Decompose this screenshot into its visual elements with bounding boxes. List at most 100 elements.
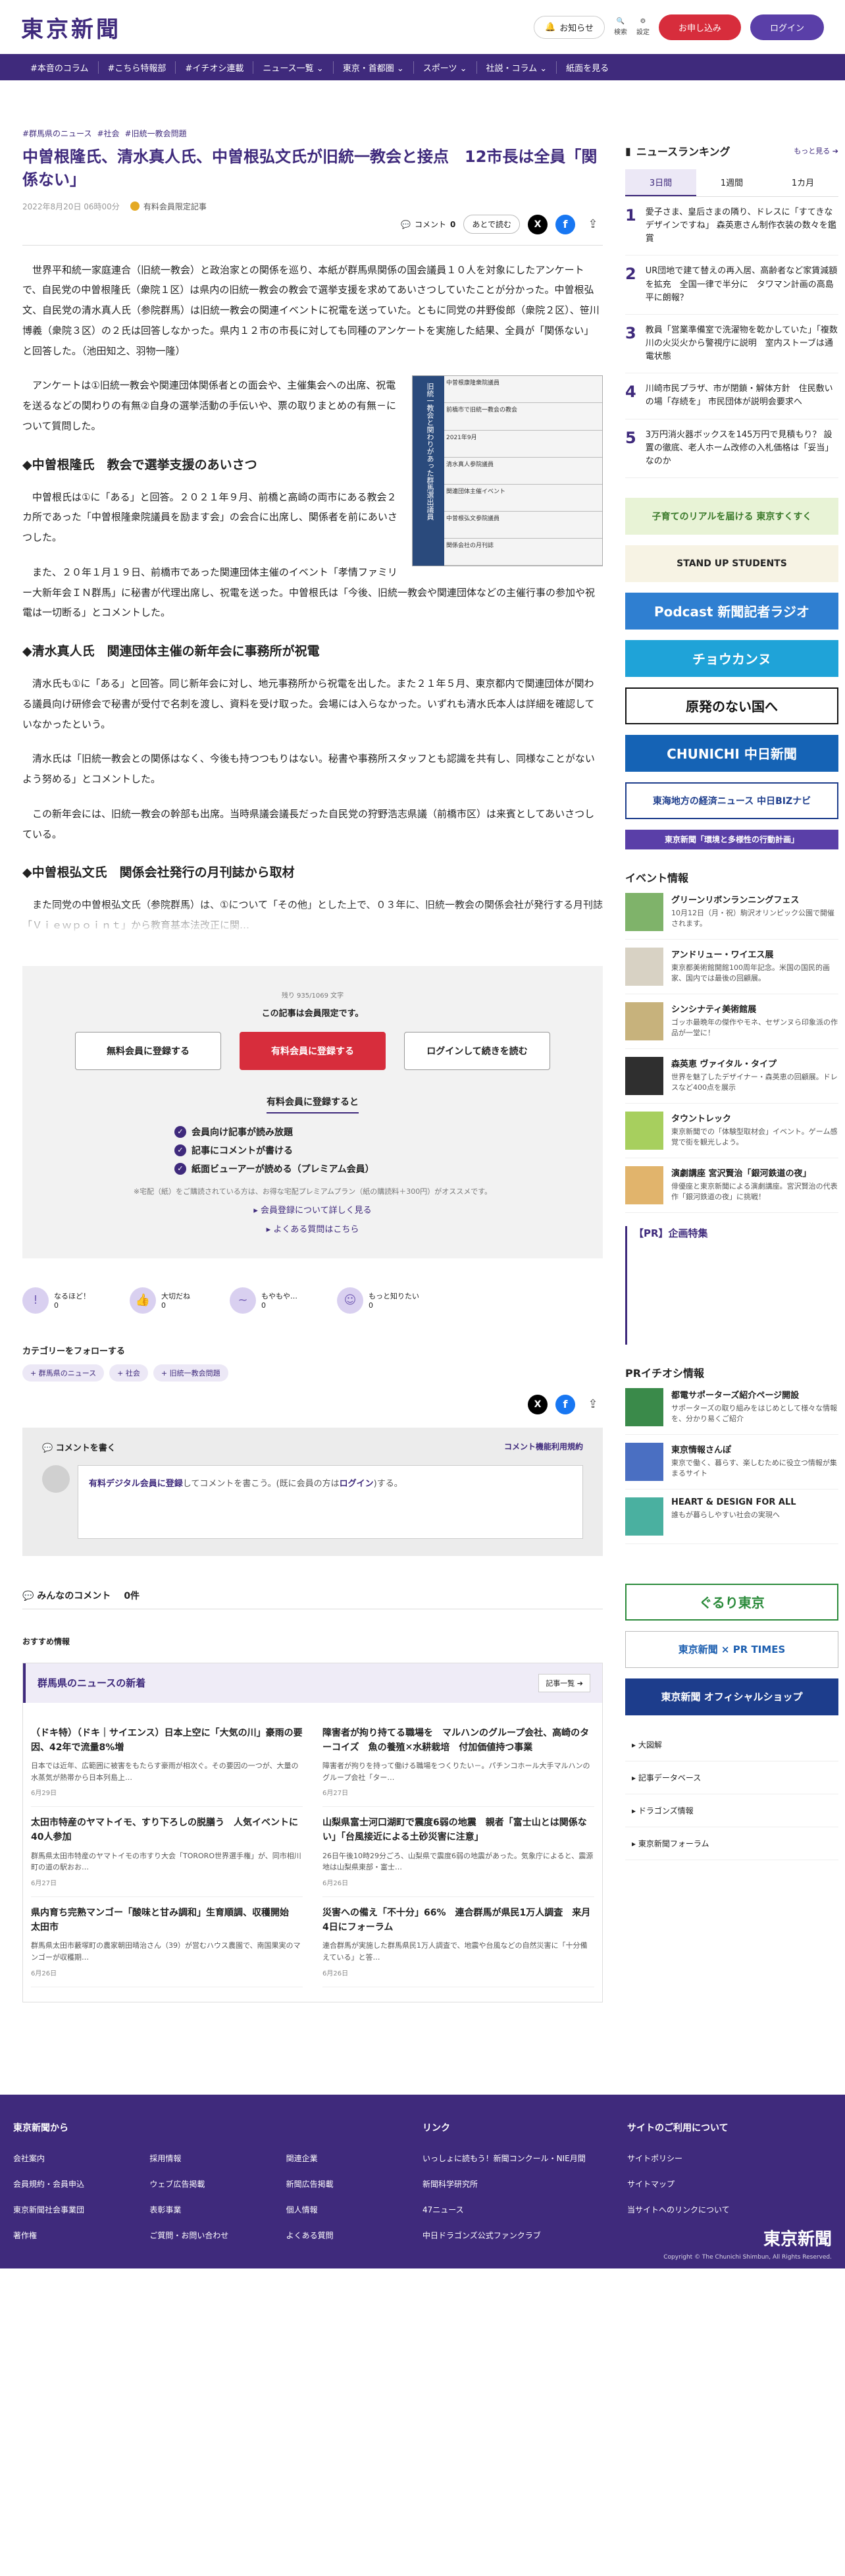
follow-category-button[interactable]: + 群馬県のニュース bbox=[22, 1364, 105, 1382]
footer-link[interactable]: 個人情報 bbox=[286, 2204, 423, 2215]
x-share-icon[interactable]: X bbox=[528, 214, 548, 234]
banner-env[interactable]: 東京新聞「環境と多様性の行動計画」 bbox=[625, 829, 838, 849]
ranking-item[interactable]: 2 UR団地で建て替えの再入居、高齢者など家賃減額を拡充 全国一律で半分に タワマ… bbox=[625, 255, 838, 315]
event-item[interactable]: 演劇講座 宮沢賢治「銀河鉄道の夜」 俳優座と東京新聞による演劇講座。宮沢賢治の代表… bbox=[625, 1158, 838, 1213]
nav-item[interactable]: #本音のコラム bbox=[21, 61, 99, 74]
free-register-button[interactable]: 無料会員に登録する bbox=[75, 1031, 221, 1070]
x-share-icon[interactable]: X bbox=[528, 1394, 548, 1414]
pr-item[interactable]: 都電サポーターズ紹介ページ開設 サポーターズの取り組みをはじめとして様々な情報を、… bbox=[625, 1380, 838, 1435]
footer-link[interactable]: 表彰事業 bbox=[149, 2204, 286, 2215]
facebook-share-icon[interactable]: f bbox=[555, 1394, 575, 1414]
site-logo[interactable]: 東京新聞 bbox=[21, 11, 121, 43]
nav-item[interactable]: スポーツ ⌄ bbox=[414, 61, 477, 74]
comment-login-link[interactable]: ログイン bbox=[340, 1479, 374, 1489]
event-item[interactable]: グリーンリボンランニングフェス 10月12日（月・祝）駒沢オリンピック公園で開催さ… bbox=[625, 885, 838, 940]
footer-link[interactable]: 東京新聞社会事業団 bbox=[13, 2204, 149, 2215]
nav-item[interactable]: #こちら特報部 bbox=[99, 61, 176, 74]
footer-link[interactable]: 47ニュース bbox=[423, 2204, 627, 2215]
ranking-item[interactable]: 3 教員「営業準備室で洗濯物を乾かしていた」「複数川の火災火から警視庁に説明 室内… bbox=[625, 315, 838, 374]
footer-link[interactable]: 当サイトへのリンクについて bbox=[627, 2204, 832, 2215]
footer-link[interactable]: 中日ドラゴンズ公式ファンクラブ bbox=[423, 2230, 627, 2241]
footer-link[interactable]: 採用情報 bbox=[149, 2153, 286, 2164]
ranking-item[interactable]: 5 3万円消火器ボックスを145万円で見積もり？ 設置の徹底、老人ホーム改修の入札… bbox=[625, 419, 838, 478]
event-item[interactable]: 森英恵 ヴァイタル・タイプ 世界を魅了したデザイナー・森英恵の回顧展。ドレスなど4… bbox=[625, 1049, 838, 1104]
banner-genpatsu[interactable]: 原発のない国へ bbox=[625, 687, 838, 724]
membership-info-link[interactable]: ▸ 会員登録について詳しく見る bbox=[49, 1203, 576, 1216]
tab-1month[interactable]: 1カ月 bbox=[767, 169, 838, 196]
tag-link[interactable]: #社会 bbox=[97, 128, 119, 139]
banner-gururi[interactable]: ぐるり東京 bbox=[625, 1583, 838, 1621]
share-icon[interactable]: ⇪ bbox=[583, 215, 603, 234]
side-link[interactable]: ▸ ドラゴンズ情報 bbox=[625, 1794, 838, 1827]
banner-podcast[interactable]: Podcast 新聞記者ラジオ bbox=[625, 592, 838, 630]
footer-link[interactable]: 新聞科学研究所 bbox=[423, 2178, 627, 2189]
login-button[interactable]: ログイン bbox=[750, 14, 824, 40]
tag-link[interactable]: #旧統一教会問題 bbox=[125, 128, 187, 139]
pr-item[interactable]: 東京情報さんぽ 東京で働く、暮らす、楽しむために役立つ情報が集まるサイト bbox=[625, 1435, 838, 1489]
facebook-share-icon[interactable]: f bbox=[555, 214, 575, 234]
tab-3days[interactable]: 3日間 bbox=[625, 169, 696, 196]
banner-prtimes[interactable]: 東京新聞 × PR TIMES bbox=[625, 1630, 838, 1668]
banner-biz[interactable]: 東海地方の経済ニュース 中日BIZナビ bbox=[625, 782, 838, 819]
footer-link[interactable]: サイトマップ bbox=[627, 2178, 832, 2189]
comment-count[interactable]: 💬 コメント 0 bbox=[401, 219, 455, 230]
reaction-naruhodo[interactable]: ! なるほど！ 0 bbox=[22, 1287, 90, 1314]
news-item[interactable]: 山梨県富士河口湖町で震度6弱の地震 親者「富士山とは関係ない」「台風接近による土… bbox=[322, 1807, 594, 1897]
tab-1week[interactable]: 1週間 bbox=[696, 169, 767, 196]
nav-item[interactable]: ニュース一覧 ⌄ bbox=[253, 61, 334, 74]
footer-link[interactable]: 会員規約・会員申込 bbox=[13, 2178, 149, 2189]
ranking-more-link[interactable]: もっと見る ➔ bbox=[794, 146, 838, 156]
comment-textarea[interactable]: 有料デジタル会員に登録してコメントを書こう。(既に会員の方はログイン)する。 bbox=[78, 1464, 583, 1539]
nav-item[interactable]: 東京・首都圏 ⌄ bbox=[334, 61, 414, 74]
event-item[interactable]: シンシナティ美術館展 ゴッホ最晩年の傑作やモネ、セザンヌら印象派の作品が一堂に！ bbox=[625, 994, 838, 1049]
local-news-more-button[interactable]: 記事一覧 ➔ bbox=[538, 1673, 590, 1692]
login-continue-button[interactable]: ログインして続きを読む bbox=[404, 1031, 550, 1070]
side-link[interactable]: ▸ 大図解 bbox=[625, 1729, 838, 1761]
read-later-button[interactable]: あとで読む bbox=[463, 215, 520, 234]
banner-standup[interactable]: STAND UP STUDENTS bbox=[625, 545, 838, 582]
event-item[interactable]: タウントレック 東京新聞での「体験型取材会」イベント。ゲーム感覚で街を観光しよう。 bbox=[625, 1104, 838, 1158]
footer-link[interactable]: 会社案内 bbox=[13, 2153, 149, 2164]
footer-link[interactable]: 著作権 bbox=[13, 2230, 149, 2241]
footer-logo[interactable]: 東京新聞 bbox=[763, 2226, 832, 2250]
register-button[interactable]: お申し込み bbox=[658, 14, 741, 40]
register-link[interactable]: 有料デジタル会員に登録 bbox=[89, 1479, 183, 1489]
reaction-taisetsu[interactable]: 👍 大切だね 0 bbox=[130, 1287, 190, 1314]
ranking-item[interactable]: 1 愛子さま、皇后さまの隣り、ドレスに「すてきなデザインですね」 森英恵さん制作衣… bbox=[625, 197, 838, 256]
comment-rules-link[interactable]: コメント機能利用規約 bbox=[504, 1441, 583, 1453]
footer-link[interactable]: ウェブ広告掲載 bbox=[149, 2178, 286, 2189]
share-icon[interactable]: ⇪ bbox=[583, 1395, 603, 1414]
nav-item[interactable]: #イチオシ連載 bbox=[176, 61, 254, 74]
nav-item[interactable]: 紙面を見る bbox=[557, 61, 618, 74]
paid-register-button[interactable]: 有料会員に登録する bbox=[240, 1031, 386, 1070]
follow-category-button[interactable]: + 旧統一教会問題 bbox=[153, 1364, 228, 1382]
settings-button[interactable]: ⚙ 設定 bbox=[636, 18, 650, 36]
pr-item[interactable]: HEART & DESIGN FOR ALL 誰もが暮らしやすい社会の実現へ bbox=[625, 1489, 838, 1544]
banner-shop[interactable]: 東京新聞 オフィシャルショップ bbox=[625, 1678, 838, 1715]
news-item[interactable]: （ドキ特）（ドキ｜サイエンス）日本上空に「大気の川」豪雨の要因、42年で流量8%… bbox=[31, 1717, 303, 1808]
notify-button[interactable]: 🔔 お知らせ bbox=[534, 15, 605, 39]
banner-sukusuku[interactable]: 子育てのリアルを届ける 東京すくすく bbox=[625, 497, 838, 535]
side-link[interactable]: ▸ 東京新聞フォーラム bbox=[625, 1827, 838, 1860]
footer-link[interactable]: ご質問・お問い合わせ bbox=[149, 2230, 286, 2241]
faq-link[interactable]: ▸ よくある質問はこちら bbox=[49, 1222, 576, 1235]
reaction-moyamoya[interactable]: ~ もやもや… 0 bbox=[230, 1287, 297, 1314]
news-item[interactable]: 災害への備え「不十分」66% 連合群馬が県民1万人調査 来月4日にフォーラム 連合… bbox=[322, 1897, 594, 1987]
ranking-item[interactable]: 4 川崎市民プラザ、市が閉鎖・解体方針 住民敷いの場「存続を」 市民団体が説明会要… bbox=[625, 373, 838, 419]
follow-category-button[interactable]: + 社会 bbox=[109, 1364, 148, 1382]
footer-link[interactable]: いっしょに読もう！新聞コンクール・NIE月間 bbox=[423, 2153, 627, 2164]
side-link[interactable]: ▸ 記事データベース bbox=[625, 1761, 838, 1794]
footer-link[interactable]: よくある質問 bbox=[286, 2230, 423, 2241]
news-item[interactable]: 県内育ち完熟マンゴー「酸味と甘み調和」生育順調、収穫開始 太田市 群馬県太田市藪塚… bbox=[31, 1897, 303, 1987]
search-button[interactable]: 🔍 検索 bbox=[614, 18, 627, 36]
event-item[interactable]: アンドリュー・ワイエス展 東京都美術館開館100周年記念。米国の国民的画家、国内で… bbox=[625, 940, 838, 994]
footer-link[interactable]: 新聞広告掲載 bbox=[286, 2178, 423, 2189]
news-item[interactable]: 太田市特産のヤマトイモ、すり下ろしの脱膳う 人気イベントに40人参加 群馬県太田市… bbox=[31, 1807, 303, 1897]
nav-item[interactable]: 社説・コラム ⌄ bbox=[477, 61, 557, 74]
news-item[interactable]: 障害者が拘り持てる職場を マルハンのグループ会社、高崎のターコイズ 魚の養殖✕水… bbox=[322, 1717, 594, 1808]
footer-link[interactable]: 関連企業 bbox=[286, 2153, 423, 2164]
tag-link[interactable]: #群馬県のニュース bbox=[22, 128, 91, 139]
reaction-motto[interactable]: ☺ もっと知りたい 0 bbox=[337, 1287, 419, 1314]
banner-chunichi[interactable]: CHUNICHI 中日新聞 bbox=[625, 734, 838, 772]
footer-link[interactable]: サイトポリシー bbox=[627, 2153, 832, 2164]
